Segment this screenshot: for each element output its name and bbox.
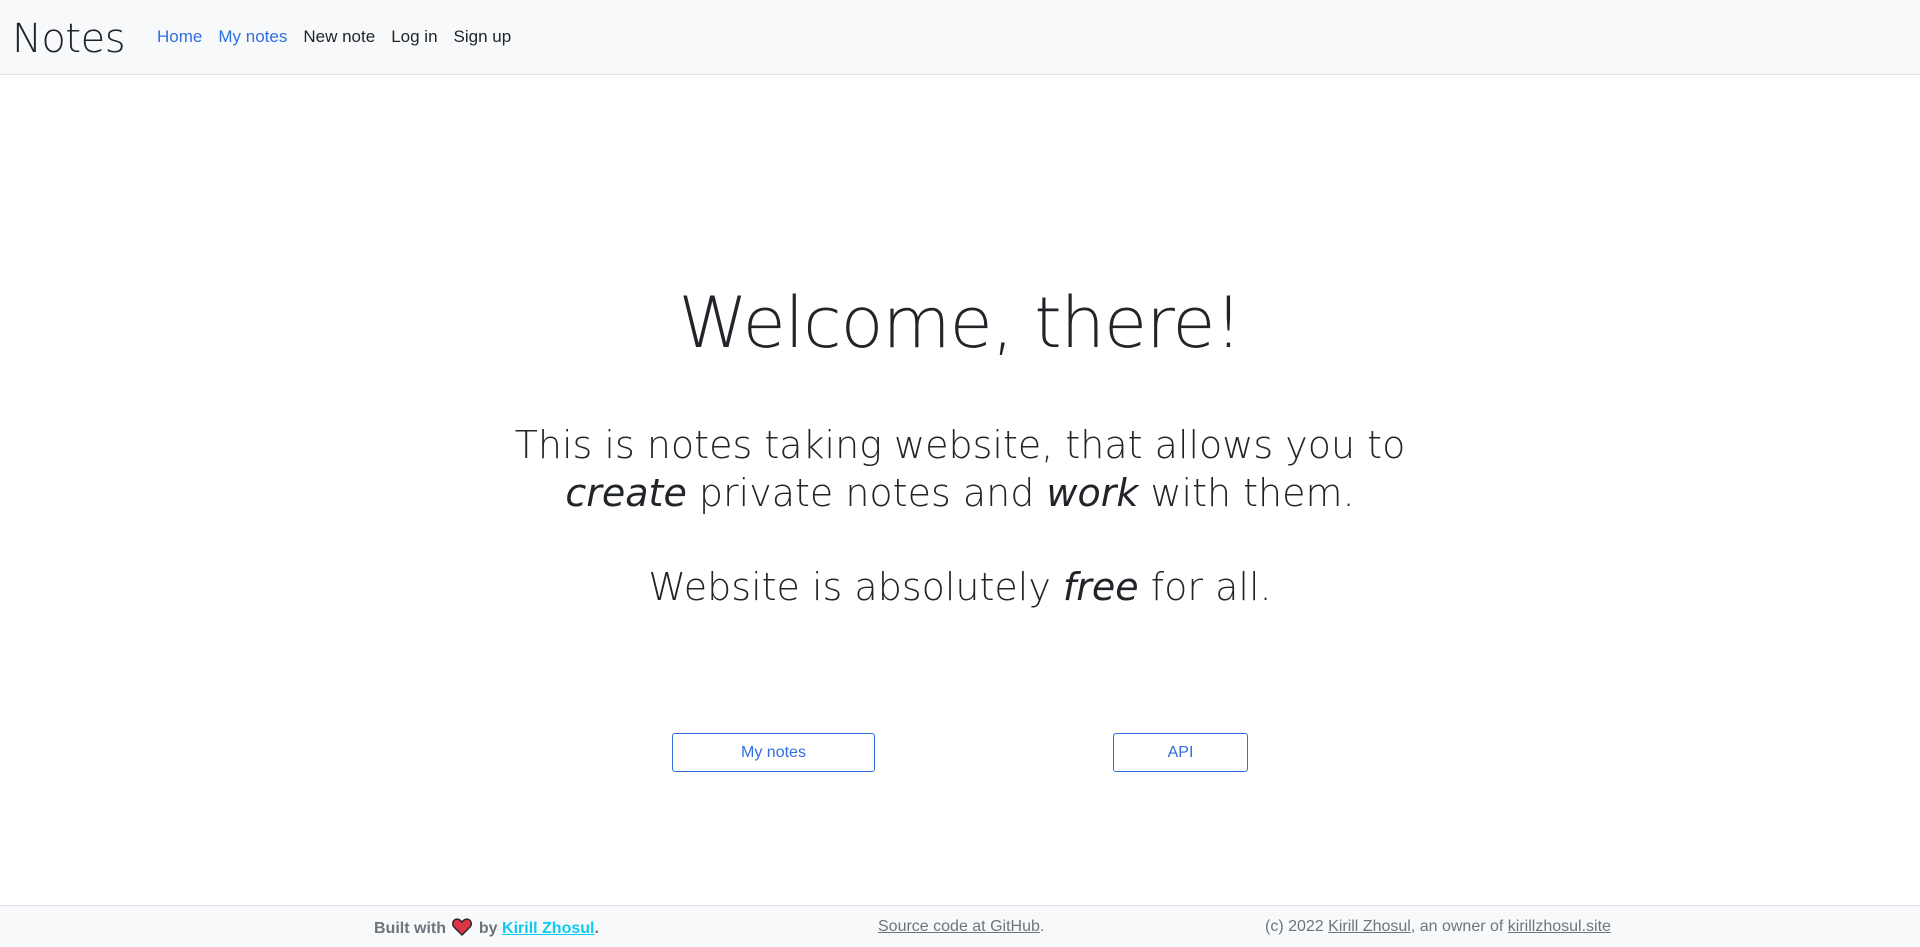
heart-icon	[452, 918, 473, 936]
free-text-1: Website is absolutely	[648, 565, 1063, 609]
built-with-text: Built with	[374, 920, 446, 937]
intro-paragraph: This is notes taking website, that allow…	[0, 421, 1920, 517]
nav-new-note[interactable]: New note	[295, 27, 383, 47]
intro-em-create: create	[565, 471, 687, 515]
my-notes-button[interactable]: My notes	[672, 733, 875, 772]
intro-text-2: private notes and	[686, 471, 1047, 515]
nav-my-notes[interactable]: My notes	[210, 27, 295, 47]
nav-links: Home My notes New note Log in Sign up	[149, 27, 519, 47]
owner-text: , an owner of	[1410, 918, 1508, 935]
navbar: Notes Home My notes New note Log in Sign…	[0, 0, 1920, 75]
intro-em-work: work	[1046, 471, 1139, 515]
nav-sign-up[interactable]: Sign up	[446, 27, 520, 47]
author-link[interactable]: Kirill Zhosul	[502, 920, 594, 937]
source-period: .	[1039, 918, 1045, 935]
intro-text-1: This is notes taking website, that allow…	[514, 423, 1406, 467]
author-period: .	[594, 920, 599, 937]
footer-built-with: Built with by Kirill Zhosul.	[374, 918, 599, 938]
site-link[interactable]: kirillzhosul.site	[1508, 918, 1611, 935]
copyright-text: (c) 2022	[1265, 918, 1329, 935]
brand-logo[interactable]: Notes	[12, 19, 126, 59]
by-text: by	[478, 920, 498, 937]
source-code-link[interactable]: Source code at GitHub	[878, 918, 1040, 935]
hero-section: Welcome, there! This is notes taking web…	[0, 75, 1920, 905]
copyright-author-link[interactable]: Kirill Zhosul	[1328, 918, 1411, 935]
footer-copyright: (c) 2022 Kirill Zhosul, an owner of kiri…	[1265, 918, 1611, 936]
nav-log-in[interactable]: Log in	[383, 27, 445, 47]
welcome-title: Welcome, there!	[678, 282, 1243, 364]
free-text-2: for all.	[1138, 565, 1272, 609]
nav-home[interactable]: Home	[149, 27, 210, 47]
footer-source: Source code at GitHub.	[878, 918, 1044, 936]
footer: Built with by Kirill Zhosul. Source code…	[0, 905, 1920, 947]
free-paragraph: Website is absolutely free for all.	[0, 563, 1920, 611]
intro-text-3: with them.	[1138, 471, 1355, 515]
api-button[interactable]: API	[1113, 733, 1248, 772]
free-em: free	[1062, 565, 1139, 609]
